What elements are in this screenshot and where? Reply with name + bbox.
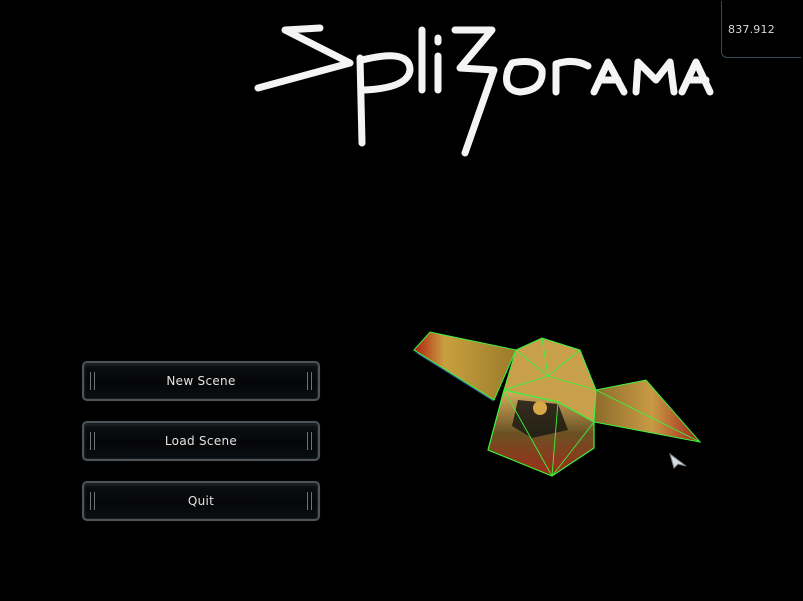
load-scene-label: Load Scene <box>164 434 238 448</box>
spaceship-model <box>408 330 708 484</box>
load-scene-button[interactable]: Load Scene <box>82 421 320 461</box>
game-logo <box>250 8 720 164</box>
fps-counter: 837.912 <box>728 23 775 36</box>
arrow-cursor-icon <box>668 452 688 474</box>
fps-panel: 837.912 <box>721 1 801 58</box>
new-scene-label: New Scene <box>166 374 236 388</box>
new-scene-button[interactable]: New Scene <box>82 361 320 401</box>
quit-button[interactable]: Quit <box>82 481 320 521</box>
quit-label: Quit <box>187 494 215 508</box>
